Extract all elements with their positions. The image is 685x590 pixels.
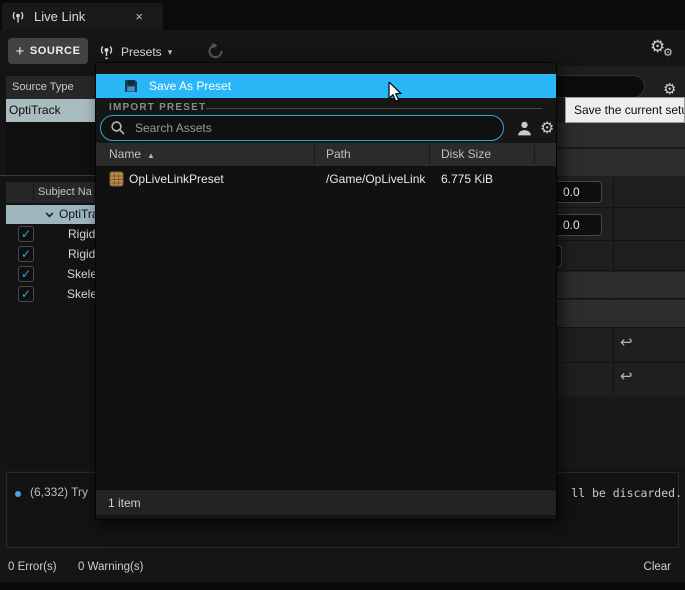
error-count: 0 Error(s) — [8, 561, 57, 573]
asset-count-footer: 1 item — [96, 489, 556, 515]
livelink-settings-icon[interactable]: ⚙ ⚙ — [648, 37, 680, 63]
reset-to-default-icon[interactable]: ↩ — [620, 333, 633, 351]
live-link-presets-icon — [98, 43, 115, 61]
search-placeholder: Search Assets — [135, 121, 212, 135]
source-button-label: SOURCE — [30, 45, 81, 57]
log-message-left[interactable]: (6,332) Try — [30, 485, 88, 499]
subject-checkbox[interactable]: ✓ — [18, 266, 34, 282]
mouse-cursor — [388, 82, 406, 104]
column-header-name[interactable]: Name▲ — [109, 143, 155, 167]
subject-name-column-header[interactable]: Subject Na — [6, 182, 95, 203]
save-as-preset-label: Save As Preset — [149, 79, 231, 93]
tab-title: Live Link — [34, 9, 135, 24]
subject-label: Rigid — [68, 224, 95, 244]
log-message-right: ll be discarded. — [571, 486, 682, 500]
live-link-window: Live Link × + SOURCE Presets ▾ ⚙ ⚙ Sourc… — [0, 0, 685, 590]
panel-gear-icon[interactable]: ⚙ — [663, 80, 676, 98]
tab-bar: Live Link × — [0, 0, 685, 30]
import-preset-section-label: IMPORT PRESET — [109, 102, 206, 113]
subject-label: Skele — [67, 284, 95, 304]
clear-log-button[interactable]: Clear — [644, 561, 671, 573]
source-list-panel: Source Type OptiTrack — [6, 76, 95, 176]
presets-dropdown-menu: Save As Preset IMPORT PRESET Search Asse… — [95, 62, 557, 520]
subject-row[interactable]: ✓ Skele — [6, 284, 95, 304]
asset-path: /Game/OpLiveLink — [326, 166, 426, 192]
chevron-down-icon: ▾ — [168, 47, 173, 58]
subject-label: Skele — [67, 264, 95, 284]
asset-table-header: Name▲ Path Disk Size — [96, 143, 556, 166]
tab-close-icon[interactable]: × — [135, 9, 143, 24]
subject-row[interactable]: ✓ Rigid — [6, 244, 95, 264]
presets-button[interactable]: Presets ▾ — [98, 40, 172, 64]
asset-table-body: OpLiveLinkPreset /Game/OpLiveLink 6.775 … — [96, 166, 556, 489]
status-bar: 0 Error(s) 0 Warning(s) Clear — [0, 552, 685, 582]
subject-row[interactable]: ✓ Skele — [6, 264, 95, 284]
source-row-optitrack[interactable]: OptiTrack — [6, 99, 95, 122]
window-edge — [0, 582, 685, 590]
subject-checkbox[interactable]: ✓ — [18, 226, 34, 242]
subject-checkbox[interactable]: ✓ — [18, 246, 34, 262]
tooltip: Save the current setup — [565, 97, 685, 123]
view-options-gear-icon[interactable]: ⚙ — [540, 118, 554, 137]
asset-row-oplivelinkpreset[interactable]: OpLiveLinkPreset /Game/OpLiveLink 6.775 … — [96, 166, 556, 192]
panel-splitter[interactable] — [0, 175, 95, 176]
sort-ascending-icon: ▲ — [147, 151, 155, 160]
menu-item-save-as-preset[interactable]: Save As Preset — [96, 74, 556, 98]
plus-icon: + — [15, 43, 24, 60]
search-icon — [110, 120, 126, 136]
tab-live-link[interactable]: Live Link × — [2, 3, 163, 30]
asset-search-input[interactable]: Search Assets — [100, 115, 504, 141]
presets-button-label: Presets — [121, 45, 162, 59]
subject-label: Rigid — [68, 244, 95, 264]
subject-checkbox[interactable]: ✓ — [18, 286, 34, 302]
column-divider[interactable] — [429, 145, 430, 164]
column-header-path[interactable]: Path — [326, 143, 351, 166]
log-bullet-icon — [15, 491, 21, 497]
column-divider[interactable] — [534, 145, 535, 164]
subject-row[interactable]: ✓ Rigid — [6, 224, 95, 244]
column-divider — [33, 184, 34, 201]
preset-asset-icon — [109, 171, 124, 187]
column-divider[interactable] — [314, 145, 315, 164]
chevron-expanded-icon[interactable] — [46, 210, 54, 218]
warning-count: 0 Warning(s) — [78, 561, 143, 573]
subject-group-row-optitrack[interactable]: OptiTra — [6, 205, 95, 224]
section-divider — [206, 108, 542, 109]
asset-disk-size: 6.775 KiB — [441, 166, 493, 192]
subject-list-panel: Subject Na OptiTra ✓ Rigid ✓ Rigid ✓ Ske… — [6, 180, 95, 468]
save-icon — [124, 79, 138, 93]
revert-preset-icon[interactable] — [206, 41, 226, 61]
asset-name: OpLiveLinkPreset — [129, 166, 224, 192]
person-filter-icon[interactable] — [516, 120, 533, 137]
column-header-disk-size[interactable]: Disk Size — [441, 143, 491, 166]
reset-to-default-icon[interactable]: ↩ — [620, 367, 633, 385]
add-source-button[interactable]: + SOURCE — [8, 38, 88, 64]
live-link-icon — [10, 9, 26, 25]
source-type-column-header[interactable]: Source Type — [6, 76, 95, 99]
